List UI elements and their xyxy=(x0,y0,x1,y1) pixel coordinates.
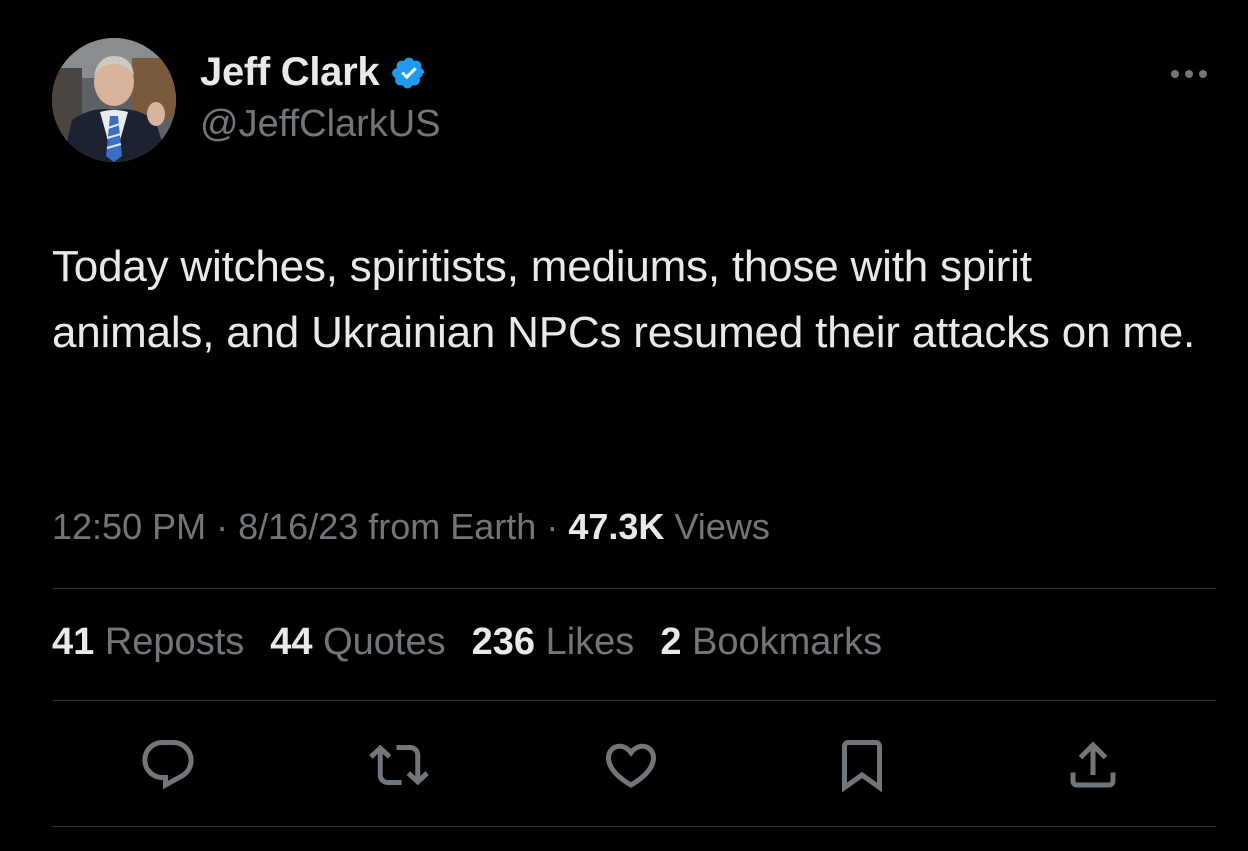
bookmarks-count: 2 xyxy=(660,621,682,663)
more-options-icon[interactable] xyxy=(1166,62,1212,86)
divider xyxy=(52,826,1216,827)
quotes-label: Quotes xyxy=(323,621,446,663)
verified-badge-icon xyxy=(391,55,427,91)
like-icon xyxy=(605,743,657,788)
author-handle[interactable]: @JeffClarkUS xyxy=(200,103,441,146)
tweet-source: from Earth xyxy=(368,506,537,547)
share-button[interactable] xyxy=(1058,730,1128,800)
divider xyxy=(52,700,1216,701)
share-icon xyxy=(1070,741,1116,788)
quotes-count: 44 xyxy=(270,621,313,663)
views-count[interactable]: 47.3K xyxy=(568,506,664,547)
bookmark-icon xyxy=(842,740,882,793)
repost-button[interactable] xyxy=(364,730,434,800)
reposts-count: 41 xyxy=(52,621,95,663)
likes-label: Likes xyxy=(545,621,635,663)
reply-button[interactable] xyxy=(133,730,203,800)
action-bar xyxy=(0,730,1248,800)
tweet-detail: Jeff Clark @JeffClarkUS Today witches, s… xyxy=(0,0,1248,851)
tweet-time[interactable]: 12:50 PM xyxy=(52,506,206,547)
reply-icon xyxy=(142,740,194,790)
tweet-text: Today witches, spiritists, mediums, thos… xyxy=(52,242,1196,357)
bookmarks-label: Bookmarks xyxy=(692,621,883,663)
meta-separator: · xyxy=(216,506,229,547)
views-label: Views xyxy=(674,506,770,547)
engagement-stats: 41 Reposts 44 Quotes 236 Likes 2 Bookmar… xyxy=(52,621,882,664)
avatar-photo xyxy=(52,38,176,162)
tweet-meta: 12:50 PM · 8/16/23 from Earth · 47.3K Vi… xyxy=(52,506,770,548)
author-display-name[interactable]: Jeff Clark xyxy=(200,50,380,95)
author-name-row: Jeff Clark xyxy=(200,50,427,95)
reposts-label: Reposts xyxy=(104,621,245,663)
tweet-date[interactable]: 8/16/23 xyxy=(238,506,358,547)
bookmark-button[interactable] xyxy=(827,730,897,800)
repost-icon xyxy=(369,744,429,786)
likes-count: 236 xyxy=(471,621,536,663)
quotes-stat[interactable]: 44 Quotes xyxy=(270,621,445,664)
like-button[interactable] xyxy=(596,730,666,800)
likes-stat[interactable]: 236 Likes xyxy=(472,621,635,664)
avatar[interactable] xyxy=(52,38,176,162)
meta-separator: · xyxy=(546,506,559,547)
reposts-stat[interactable]: 41 Reposts xyxy=(52,621,244,664)
bookmarks-stat[interactable]: 2 Bookmarks xyxy=(660,621,882,664)
divider xyxy=(52,588,1216,589)
